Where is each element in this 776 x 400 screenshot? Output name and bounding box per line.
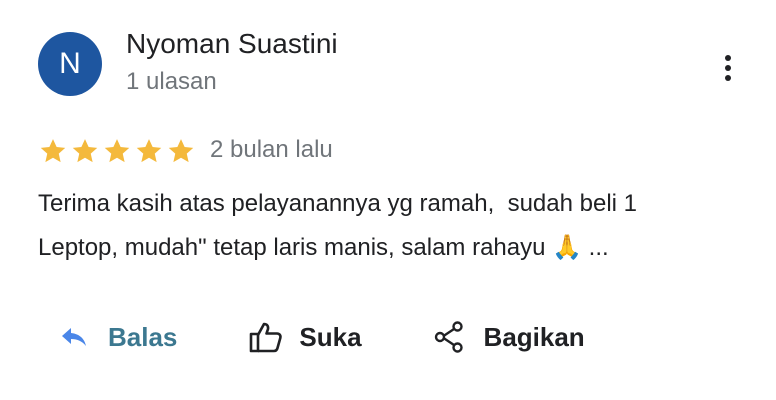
review-text-line: Terima kasih atas pelayanannya yg ramah,…	[38, 190, 638, 217]
author-name[interactable]: Nyoman Suastini	[126, 28, 338, 60]
reply-label: Balas	[108, 321, 178, 352]
share-button[interactable]: Bagikan	[434, 312, 585, 362]
share-icon	[434, 321, 463, 353]
thumb-up-icon	[250, 322, 283, 353]
star-icon	[136, 139, 162, 163]
avatar[interactable]: N	[38, 32, 102, 96]
more-options-button[interactable]	[712, 52, 744, 84]
review-date: 2 bulan lalu	[210, 136, 333, 163]
review-card: N Nyoman Suastini 1 ulasan 2 bulan lalu …	[0, 0, 776, 400]
star-rating	[38, 136, 198, 166]
star-icon	[168, 139, 194, 163]
review-actions: Balas Suka Bagikan	[60, 312, 585, 362]
review-text-line: Leptop, mudah" tetap laris manis, salam …	[38, 234, 609, 261]
like-label: Suka	[299, 321, 362, 352]
like-button[interactable]: Suka	[249, 312, 362, 362]
reply-button[interactable]: Balas	[60, 312, 177, 362]
more-vert-icon	[725, 55, 731, 81]
share-label: Bagikan	[483, 321, 585, 352]
avatar-initial: N	[59, 47, 81, 80]
author-review-count: 1 ulasan	[126, 68, 217, 95]
star-icon	[72, 139, 98, 163]
star-icon	[104, 139, 130, 163]
reply-icon	[62, 328, 86, 346]
review-text: Terima kasih atas pelayanannya yg ramah,…	[38, 182, 758, 270]
star-icon	[40, 139, 66, 163]
